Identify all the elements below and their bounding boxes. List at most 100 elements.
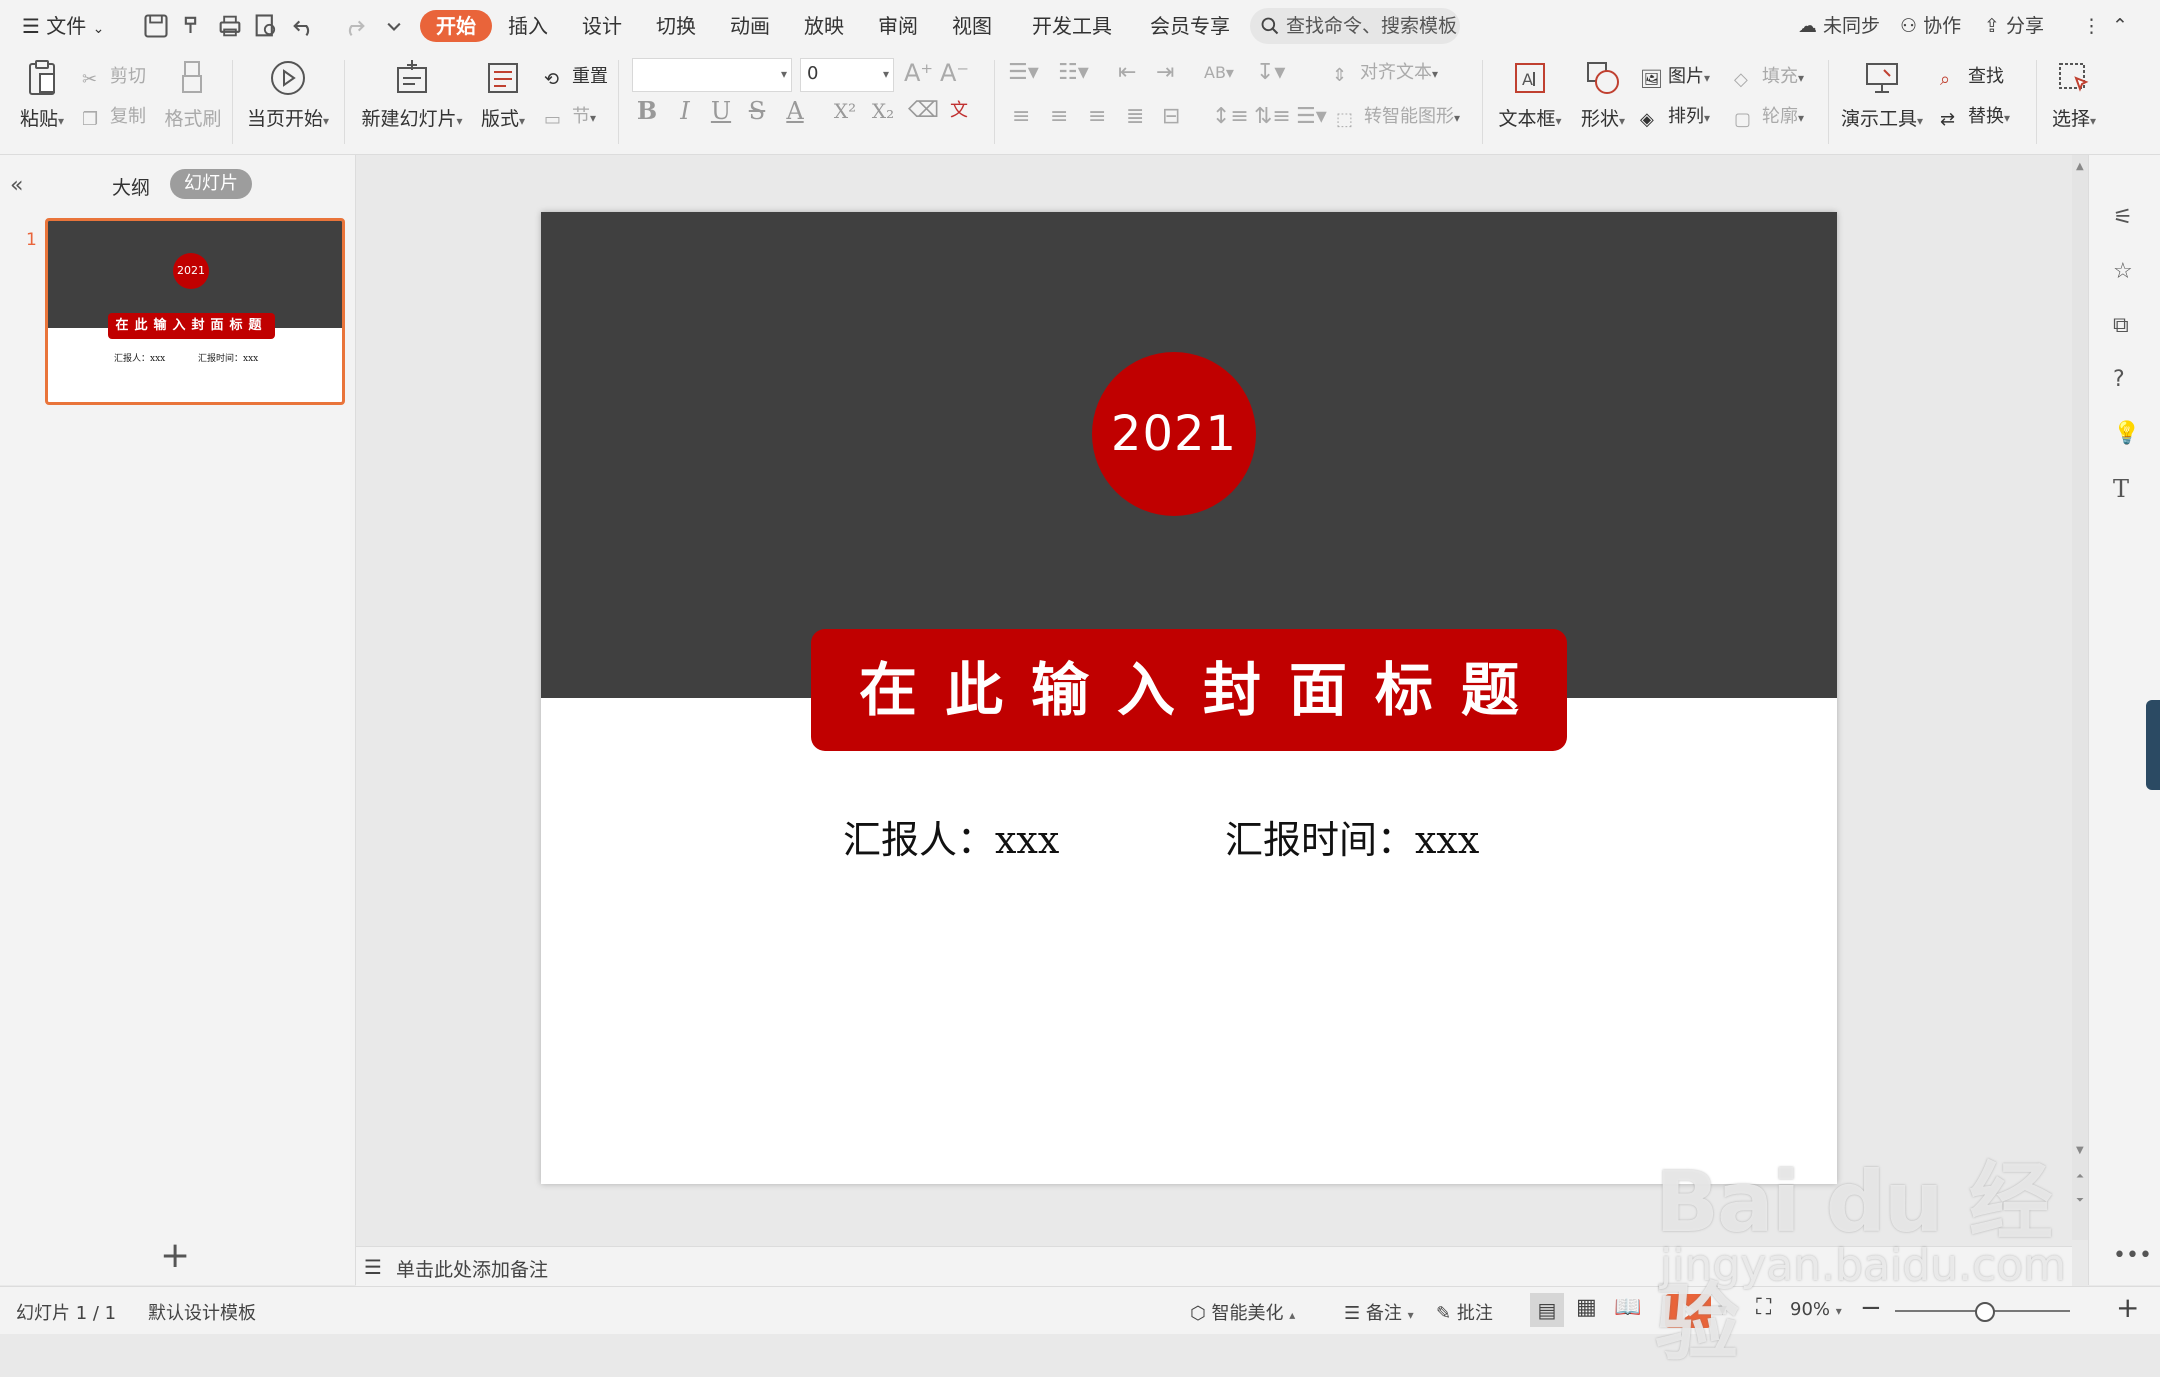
help-icon[interactable]: ? — [2113, 367, 2141, 395]
tab-member[interactable]: 会员专享 — [1150, 10, 1230, 42]
find-button[interactable]: ⌕ 查找 — [1940, 62, 2004, 92]
pinyin-icon[interactable]: 文 — [944, 96, 974, 126]
redo-icon[interactable] — [340, 12, 368, 40]
shapes-button[interactable]: 形状▾ — [1576, 58, 1630, 131]
align-text-button[interactable]: ⇕ 对齐文本▾ — [1332, 58, 1438, 88]
tab-insert[interactable]: 插入 — [508, 10, 548, 42]
tab-review[interactable]: 审阅 — [878, 10, 918, 42]
format-painter-button[interactable]: 格式刷 — [158, 58, 228, 131]
clear-format-icon[interactable]: ⌫ — [908, 96, 939, 126]
line-spacing-icon[interactable]: ↕≡ — [1212, 102, 1249, 132]
indent-icon[interactable]: ⇥ — [1156, 58, 1174, 88]
smart-shape-button[interactable]: ⬚ 转智能图形▾ — [1336, 102, 1460, 132]
underline-icon[interactable]: U — [706, 96, 736, 126]
picture-button[interactable]: 🖼 图片▾ — [1640, 62, 1710, 92]
lightbulb-icon[interactable]: 💡 — [2113, 421, 2141, 449]
tab-outline[interactable]: 大纲 — [112, 173, 150, 200]
distribute-icon[interactable]: ⊟ — [1162, 102, 1180, 132]
customize-toolbar-icon[interactable] — [380, 12, 408, 40]
sync-status[interactable]: ☁ 未同步 — [1798, 12, 1880, 40]
properties-icon[interactable]: ⚟ — [2113, 205, 2141, 233]
undo-icon[interactable] — [290, 12, 318, 40]
present-tools-button[interactable]: 演示工具▾ — [1838, 58, 1926, 131]
tab-animation[interactable]: 动画 — [730, 10, 770, 42]
next-slide-icon[interactable]: ⏷ — [2076, 1195, 2084, 1206]
select-button[interactable]: 选择▾ — [2046, 58, 2102, 131]
arrange-button[interactable]: ◈ 排列▾ — [1640, 102, 1710, 132]
notes-toggle-button[interactable]: ☰ 备注 ▾ — [1344, 1299, 1414, 1325]
more-menu-icon[interactable]: ⋮ — [2082, 12, 2101, 40]
collapse-panel-icon[interactable]: « — [10, 173, 23, 198]
tab-design[interactable]: 设计 — [582, 10, 622, 42]
font-color-icon[interactable]: A — [780, 96, 810, 126]
text-tool-icon[interactable]: T — [2113, 475, 2141, 503]
print-icon[interactable] — [216, 12, 244, 40]
tab-transitions[interactable]: 切换 — [656, 10, 696, 42]
slide-sorter-icon[interactable]: ▦ — [1576, 1295, 1597, 1320]
animation-icon[interactable]: ☆ — [2113, 259, 2141, 287]
transition-icon[interactable]: ⧉ — [2113, 313, 2141, 341]
tab-slideshow[interactable]: 放映 — [804, 10, 844, 42]
columns-icon[interactable]: ☰▾ — [1296, 102, 1327, 132]
reporter-text[interactable]: 汇报人：xxx — [843, 809, 1059, 864]
save-icon[interactable] — [142, 12, 170, 40]
scroll-down-icon[interactable]: ▼ — [2076, 1145, 2084, 1156]
subscript-icon[interactable]: X₂ — [868, 96, 898, 126]
file-menu[interactable]: ☰ 文件 ⌄ — [22, 10, 104, 42]
prev-slide-icon[interactable]: ⏶ — [2076, 1171, 2084, 1182]
outdent-icon[interactable]: ⇤ — [1118, 58, 1136, 88]
text-direction-icon[interactable]: ↧▾ — [1256, 58, 1285, 88]
copy-button[interactable]: ❐ 复制 — [82, 102, 146, 132]
title-box[interactable]: 在此输入封面标题 — [811, 629, 1567, 751]
beautify-button[interactable]: ⬡ 智能美化 ▴ — [1190, 1299, 1295, 1325]
bold-icon[interactable]: B — [632, 96, 662, 126]
bullets-icon[interactable]: ☰▾ — [1008, 58, 1039, 88]
command-search[interactable]: 查找命令、搜索模板 — [1250, 8, 1460, 44]
strikethrough-icon[interactable]: S — [742, 96, 772, 126]
cut-button[interactable]: ✂ 剪切 — [82, 62, 146, 92]
italic-icon[interactable]: I — [670, 96, 700, 126]
outline-button[interactable]: ▢ 轮廓▾ — [1734, 102, 1804, 132]
paragraph-spacing-icon[interactable]: ⇅≡ — [1254, 102, 1291, 132]
collaborate-button[interactable]: ⚇ 协作 — [1900, 12, 1961, 40]
align-center-icon[interactable]: ≡ — [1050, 102, 1068, 132]
vertical-scrollbar[interactable]: ▲ ▼ ⏶ ⏷ — [2072, 155, 2088, 1240]
increase-font-icon[interactable]: A⁺ — [904, 58, 933, 88]
slide-thumbnail[interactable]: 2021 在此输入封面标题 汇报人：xxx 汇报时间：xxx — [45, 218, 345, 405]
more-options-icon[interactable]: ••• — [2113, 1243, 2152, 1271]
replace-button[interactable]: ⇄ 替换▾ — [1940, 102, 2010, 132]
text-spacing-icon[interactable]: AB▾ — [1204, 58, 1234, 88]
tab-view[interactable]: 视图 — [952, 10, 992, 42]
slide-canvas[interactable]: 2021 在此输入封面标题 汇报人：xxx 汇报时间：xxx — [541, 212, 1837, 1184]
format-copy-icon[interactable] — [180, 12, 208, 40]
report-time-text[interactable]: 汇报时间：xxx — [1225, 809, 1479, 864]
template-name[interactable]: 默认设计模板 — [148, 1299, 256, 1325]
new-slide-button[interactable]: 新建幻灯片▾ — [358, 58, 466, 131]
textbox-button[interactable]: A 文本框▾ — [1494, 58, 1566, 131]
reading-view-icon[interactable]: 📖 — [1614, 1295, 1641, 1320]
align-right-icon[interactable]: ≡ — [1088, 102, 1106, 132]
zoom-in-icon[interactable]: + — [2116, 1291, 2139, 1324]
reset-button[interactable]: ⟲ 重置 — [544, 62, 608, 92]
tab-home[interactable]: 开始 — [420, 10, 492, 42]
align-left-icon[interactable]: ≡ — [1012, 102, 1030, 132]
add-slide-icon[interactable]: + — [160, 1235, 190, 1276]
tab-slides[interactable]: 幻灯片 — [170, 169, 252, 199]
layout-button[interactable]: 版式▾ — [476, 58, 530, 131]
font-size-select[interactable]: 0 ▾ — [800, 58, 894, 92]
font-family-select[interactable]: ▾ — [632, 58, 792, 92]
year-badge[interactable]: 2021 — [1092, 352, 1256, 516]
share-button[interactable]: ⇪ 分享 — [1984, 12, 2044, 40]
paste-button[interactable]: 粘贴▾ — [12, 58, 72, 131]
justify-icon[interactable]: ≣ — [1126, 102, 1144, 132]
section-button[interactable]: ▭ 节▾ — [544, 102, 596, 132]
scroll-up-icon[interactable]: ▲ — [2076, 161, 2084, 172]
numbering-icon[interactable]: ☷▾ — [1058, 58, 1089, 88]
comments-button[interactable]: ✎ 批注 — [1436, 1299, 1493, 1325]
tab-developer[interactable]: 开发工具 — [1032, 10, 1112, 42]
decrease-font-icon[interactable]: A⁻ — [940, 58, 969, 88]
superscript-icon[interactable]: X² — [830, 96, 860, 126]
normal-view-icon[interactable]: ▤ — [1530, 1293, 1564, 1327]
print-preview-icon[interactable] — [252, 12, 280, 40]
from-current-button[interactable]: 当页开始▾ — [244, 58, 332, 131]
